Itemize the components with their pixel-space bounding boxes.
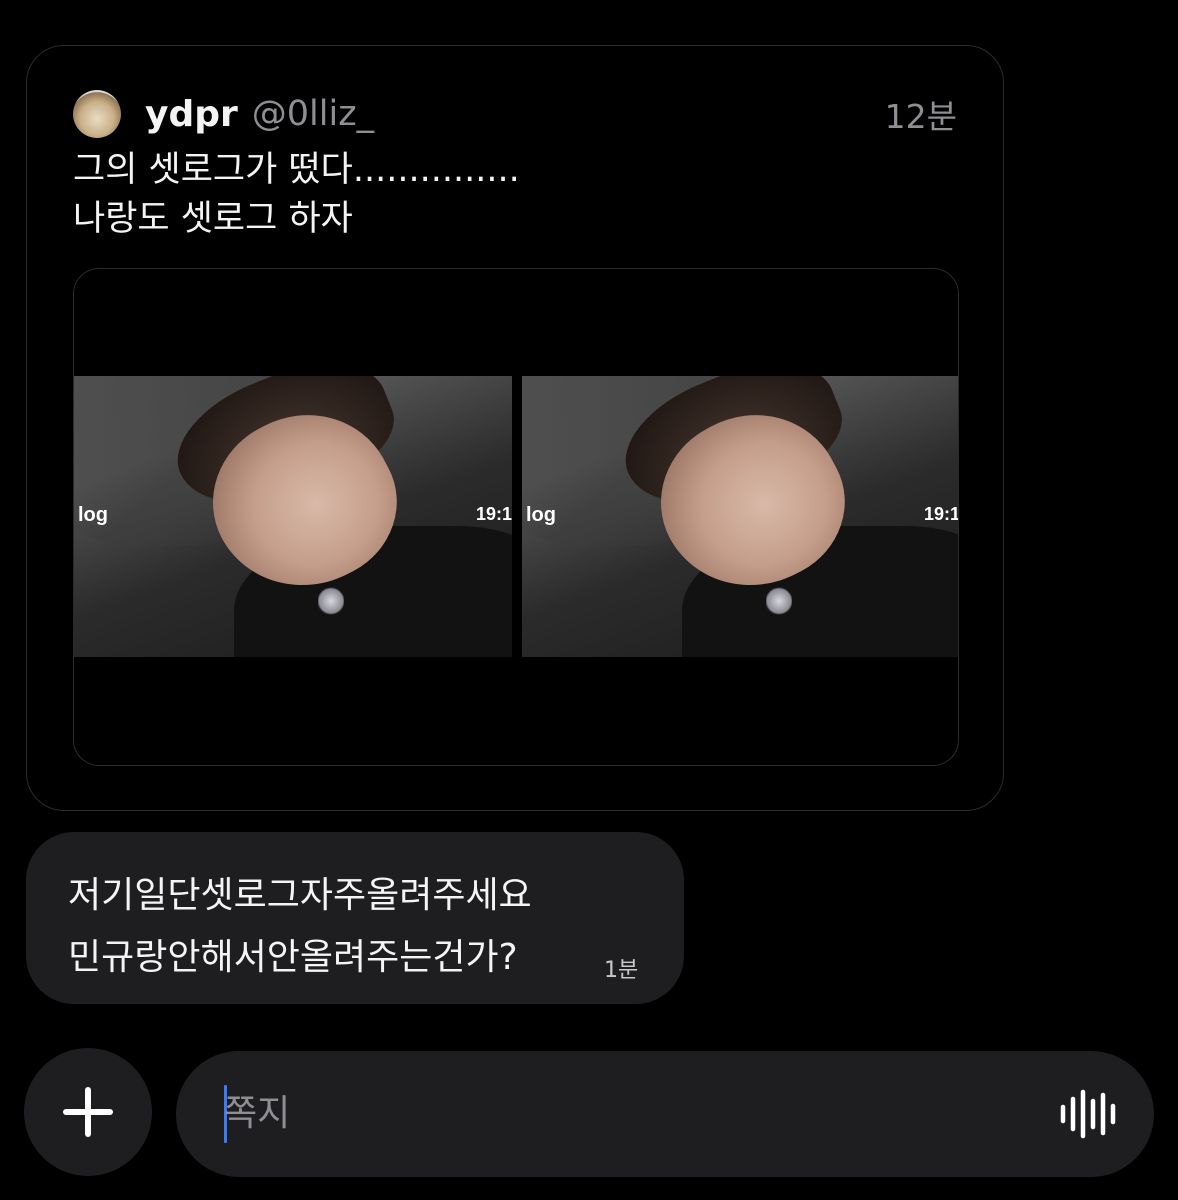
message-text-line: 저기일단셋로그자주올려주세요: [68, 875, 532, 916]
message-composer: [176, 1051, 1154, 1177]
message-timestamp: 1분: [604, 958, 639, 983]
post-text-line: 그의 셋로그가 떴다...............: [73, 150, 520, 190]
media-caption-right: 19:1: [923, 504, 959, 524]
media-caption-left: log: [526, 504, 556, 526]
post-timestamp: 12분: [884, 97, 957, 136]
message-bubble[interactable]: 저기일단셋로그자주올려주세요 민규랑안해서안올려주는건가? 1분: [26, 832, 684, 1004]
author-handle: @0lliz_: [251, 94, 375, 134]
post-text: 그의 셋로그가 떴다............... 나랑도 셋로그 하자: [73, 146, 957, 244]
post-header: ydpr @0lliz_ 12분: [73, 84, 957, 144]
media-image[interactable]: log 19:1: [522, 376, 959, 657]
media-image[interactable]: log 19:1: [74, 376, 512, 657]
author-name[interactable]: ydpr: [145, 94, 238, 135]
message-input[interactable]: [222, 1077, 1046, 1149]
waveform-icon: [1060, 1089, 1116, 1139]
message-text-line: 민규랑안해서안올려주는건가?: [68, 937, 518, 978]
add-button[interactable]: [24, 1048, 152, 1176]
media-caption-left: log: [78, 504, 108, 526]
post-media[interactable]: log 19:1 log 19:1: [73, 268, 959, 766]
shared-post-card[interactable]: ydpr @0lliz_ 12분 그의 셋로그가 떴다.............…: [26, 45, 1004, 811]
voice-message-button[interactable]: [1058, 1087, 1118, 1141]
post-text-line: 나랑도 셋로그 하자: [73, 199, 353, 239]
media-caption-right: 19:1: [475, 504, 512, 524]
author-avatar[interactable]: [73, 90, 121, 138]
